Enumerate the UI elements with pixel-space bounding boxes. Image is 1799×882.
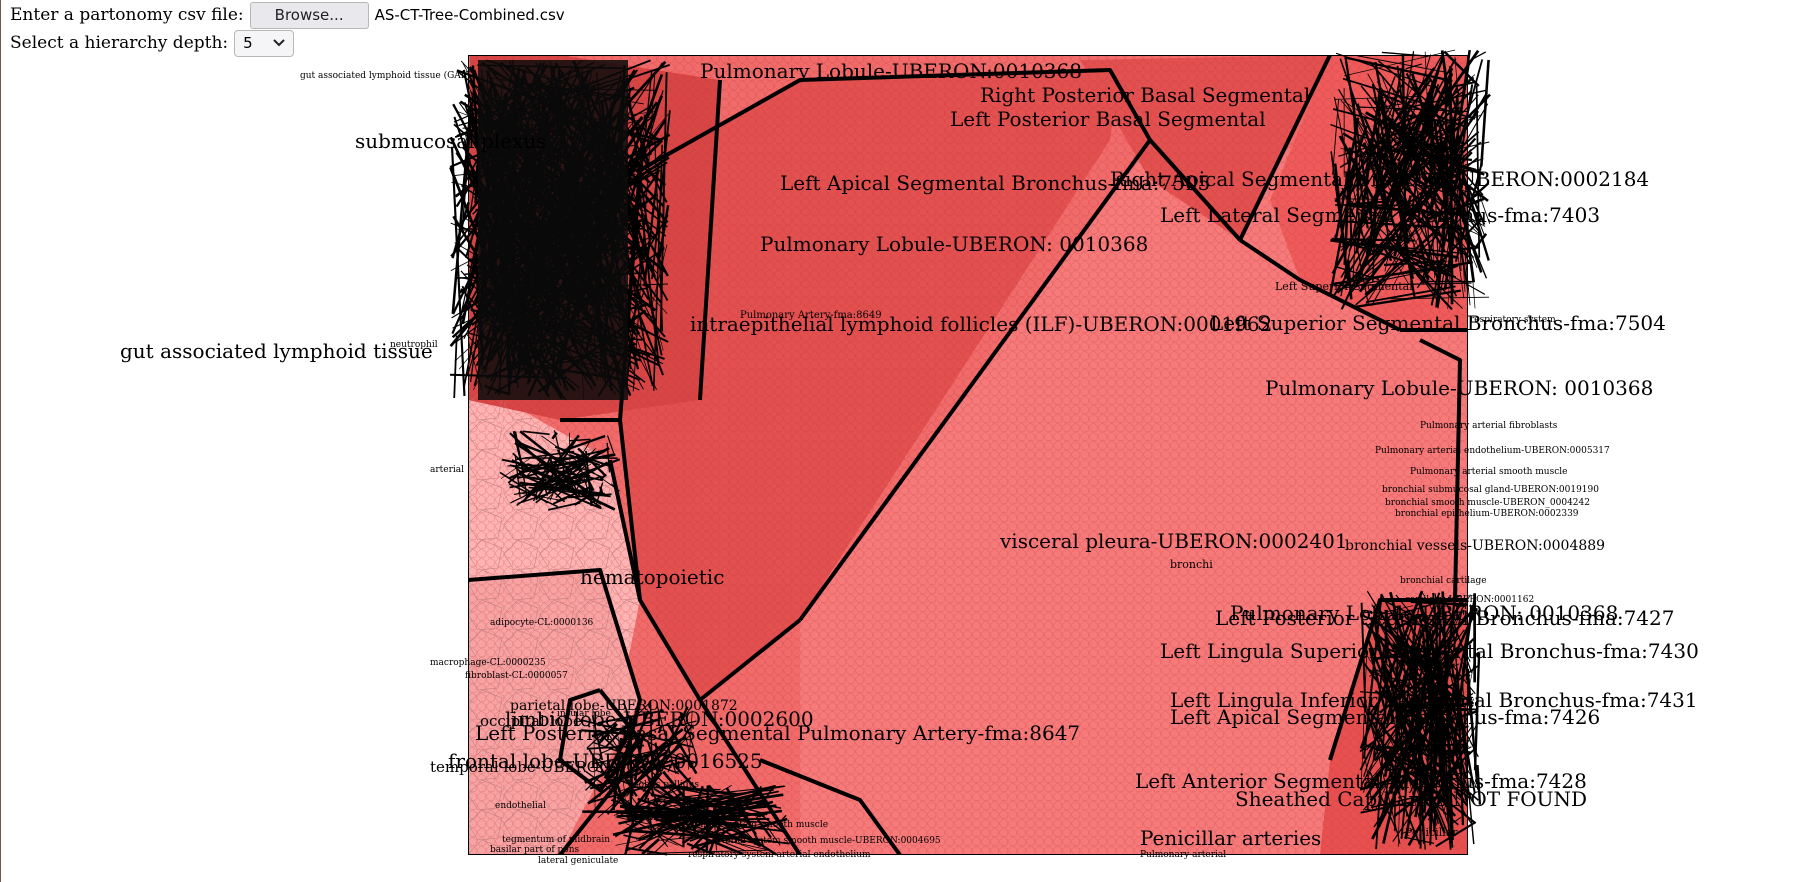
treemap-cell-label: cartilage-UBERON:0001162 bbox=[1405, 595, 1534, 605]
treemap-region-label: Left Superior Segmental Bronchus-fma:750… bbox=[1210, 311, 1666, 335]
treemap-cell-label: arterial bbox=[430, 465, 464, 475]
treemap-region-label: bronchial vessels-UBERON:0004889 bbox=[1345, 538, 1605, 554]
treemap-cell-label: Penicillar bbox=[1405, 826, 1458, 839]
treemap-region-label: hematopoietic bbox=[580, 565, 724, 589]
treemap-cell-label: globus pallidus bbox=[630, 780, 699, 790]
treemap-region-label: Sheathed Capillaries NOT FOUND bbox=[1235, 787, 1587, 811]
treemap-cell-label: tegmentum of midbrain bbox=[502, 835, 610, 845]
treemap-cell-label: basilar part of pons bbox=[490, 845, 580, 855]
treemap-cell-label: neutrophil bbox=[390, 340, 438, 350]
treemap-cell-label: endothelial bbox=[495, 801, 546, 811]
treemap-region-label: Pulmonary Lobule-UBERON: 0010368 bbox=[1265, 376, 1653, 400]
treemap-cell-label: lateral geniculate bbox=[538, 856, 618, 866]
treemap-region-label: gut associated lymphoid tissue bbox=[120, 339, 433, 363]
treemap-region-label: Left Apical Segmental Bronchus-fma:7426 bbox=[1170, 705, 1600, 729]
treemap-cell-label: gut associated lymphoid tissue (GALT) bbox=[300, 70, 476, 81]
treemap-cell-label: venous system smooth muscle bbox=[689, 820, 828, 830]
treemap-region-label: submucosal plexus bbox=[355, 129, 546, 153]
dense-border-line bbox=[453, 335, 458, 399]
treemap-cell-label: arterial system smooth muscle-UBERON:000… bbox=[712, 836, 941, 846]
treemap-region-label: Right Posterior Basal Segmental bbox=[980, 83, 1310, 107]
treemap-region-label: Penicillar arteries bbox=[1140, 826, 1321, 850]
treemap-region-label: Left Posterior Basal Segmental bbox=[950, 107, 1266, 131]
treemap-region-label: Left Lateral Segmental Bronchus-fma:7403 bbox=[1160, 203, 1600, 227]
voronoi-treemap[interactable]: Pulmonary Lobule-UBERON:0010368Right Pos… bbox=[0, 0, 1799, 882]
treemap-region-label: Pulmonary Lobule-UBERON: 0010368 bbox=[760, 232, 1148, 256]
treemap-region-label: Pulmonary Lobule-UBERON:0010368 bbox=[700, 59, 1082, 83]
treemap-cell-label: respiratory system bbox=[1470, 315, 1556, 325]
treemap-cell-label: Pulmonary arterial fibroblasts bbox=[1420, 421, 1558, 431]
treemap-cell-label: Pulmonary arterial smooth muscle bbox=[1410, 467, 1567, 477]
treemap-region-label: Left Lingula Superior Segmental Bronchus… bbox=[1160, 639, 1699, 663]
treemap-cell-label: Pulmonary arterial endothelium-UBERON:00… bbox=[1375, 446, 1610, 456]
treemap-cell-label: bronchial smooth muscle-UBERON_0004242 bbox=[1385, 498, 1590, 508]
treemap-cell-label: bronchial submucosal gland-UBERON:001919… bbox=[1382, 485, 1599, 495]
treemap-region-label: temporal lobe-UBERON:0001871 bbox=[430, 758, 683, 776]
dense-overlap-block bbox=[478, 60, 628, 400]
treemap-cell-label: macrophage-CL:0000235 bbox=[430, 658, 546, 668]
treemap-cell-label: Left Superior Segmental bbox=[1275, 280, 1413, 293]
treemap-cell-label: bronchi bbox=[1170, 558, 1213, 571]
treemap-cell-label: respiratory system arterial endothelium bbox=[688, 850, 871, 860]
treemap-region-label: Right Apical Segmental Bronchus-UBERON:0… bbox=[1110, 167, 1649, 191]
treemap-cell-label: fibroblast-CL:0000057 bbox=[465, 671, 568, 681]
treemap-cell-label: insular lobe bbox=[557, 709, 611, 719]
treemap-cell-label: Pulmonary Artery-fma:8649 bbox=[740, 310, 882, 321]
treemap-cell-label: Pulmonary arterial bbox=[1140, 850, 1226, 860]
treemap-cell-label: bronchial cartilage bbox=[1400, 576, 1487, 586]
treemap-region-label: visceral pleura-UBERON:0002401 bbox=[999, 529, 1348, 553]
treemap-cell-label: adipocyte-CL:0000136 bbox=[490, 618, 594, 628]
treemap-cell-label: bronchial epithelium-UBERON:0002339 bbox=[1395, 509, 1579, 519]
